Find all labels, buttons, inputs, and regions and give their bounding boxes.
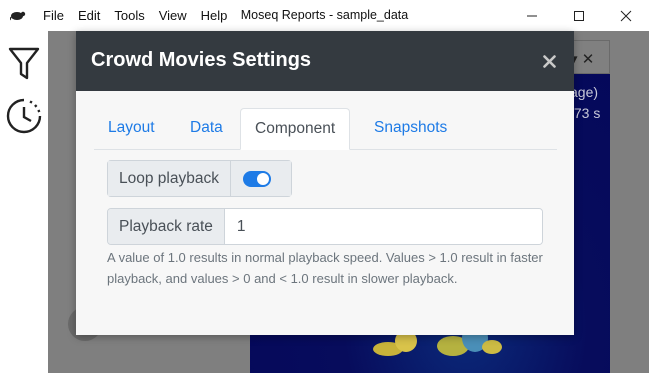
window-title: Moseq Reports - sample_data <box>240 8 409 22</box>
loop-playback-toggle-wrap <box>229 161 291 196</box>
settings-tabs: Layout Data Component Snapshots <box>94 108 557 150</box>
window-close-button[interactable] <box>603 0 649 31</box>
toggle-knob <box>256 172 269 185</box>
minimize-icon <box>527 15 537 16</box>
app-icon <box>10 11 26 21</box>
loop-playback-group: Loop playback <box>107 160 292 197</box>
title-bar: File Edit Tools View Help Moseq Reports … <box>0 0 649 31</box>
menu-file[interactable]: File <box>43 8 64 23</box>
playback-rate-input[interactable] <box>224 209 542 244</box>
tab-snapshots[interactable]: Snapshots <box>360 108 461 148</box>
minimize-button[interactable] <box>509 0 555 31</box>
menu-help[interactable]: Help <box>201 8 228 23</box>
playback-rate-label: Playback rate <box>108 209 225 244</box>
playback-rate-help: A value of 1.0 results in normal playbac… <box>107 250 543 286</box>
menu-edit[interactable]: Edit <box>78 8 100 23</box>
panel-duration: .73 s <box>570 105 601 121</box>
menu-view[interactable]: View <box>159 8 187 23</box>
loop-playback-toggle[interactable] <box>242 170 271 187</box>
tab-data[interactable]: Data <box>176 108 237 148</box>
filter-icon[interactable] <box>6 45 42 83</box>
maximize-button[interactable] <box>556 0 602 31</box>
modal-header: Crowd Movies Settings <box>76 31 574 91</box>
close-icon <box>542 54 556 68</box>
tab-component[interactable]: Component <box>240 108 351 150</box>
maximize-icon <box>574 10 584 21</box>
modal-body: Layout Data Component Snapshots Loop pla… <box>76 91 574 335</box>
modal-title: Crowd Movies Settings <box>91 49 312 71</box>
settings-modal: Crowd Movies Settings Layout Data Compon… <box>76 31 574 335</box>
menu-bar: File Edit Tools View Help <box>43 0 241 31</box>
menu-tools[interactable]: Tools <box>114 8 144 23</box>
close-icon <box>620 10 632 21</box>
tab-layout[interactable]: Layout <box>94 108 169 148</box>
left-rail <box>0 31 48 373</box>
modal-close-button[interactable] <box>538 50 560 72</box>
panel-label: age) <box>570 84 599 100</box>
playback-rate-group: Playback rate <box>107 208 543 245</box>
history-icon[interactable] <box>6 97 42 135</box>
loop-playback-label: Loop playback <box>108 161 230 196</box>
